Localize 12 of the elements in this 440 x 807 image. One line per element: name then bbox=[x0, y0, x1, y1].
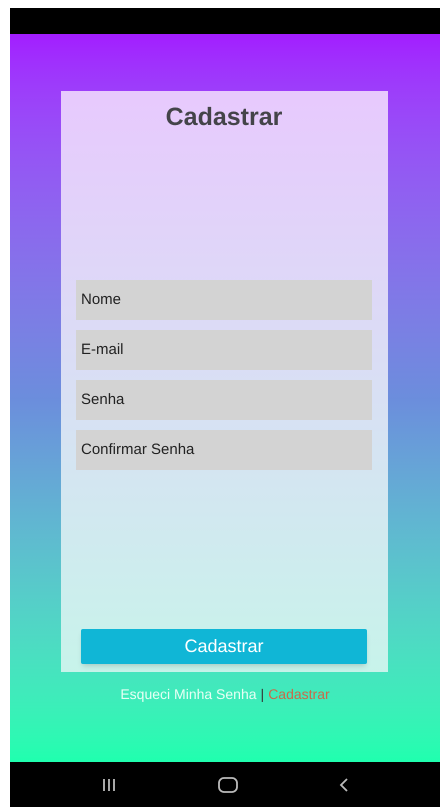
forgot-password-link[interactable]: Esqueci Minha Senha bbox=[120, 684, 257, 705]
input-field[interactable]: Nome bbox=[76, 280, 372, 320]
back-icon[interactable] bbox=[339, 776, 350, 792]
submit-button[interactable]: Cadastrar bbox=[81, 628, 367, 664]
input-field[interactable]: Senha bbox=[76, 380, 372, 420]
input-field[interactable]: Confirmar Senha bbox=[76, 430, 372, 470]
form-title: Cadastrar bbox=[166, 102, 282, 133]
recent-apps-icon[interactable] bbox=[100, 776, 117, 792]
home-icon[interactable] bbox=[218, 776, 238, 792]
input-field[interactable]: E-mail bbox=[76, 330, 372, 370]
link-separator: | bbox=[260, 685, 264, 704]
register-link[interactable]: Cadastrar bbox=[268, 684, 330, 705]
